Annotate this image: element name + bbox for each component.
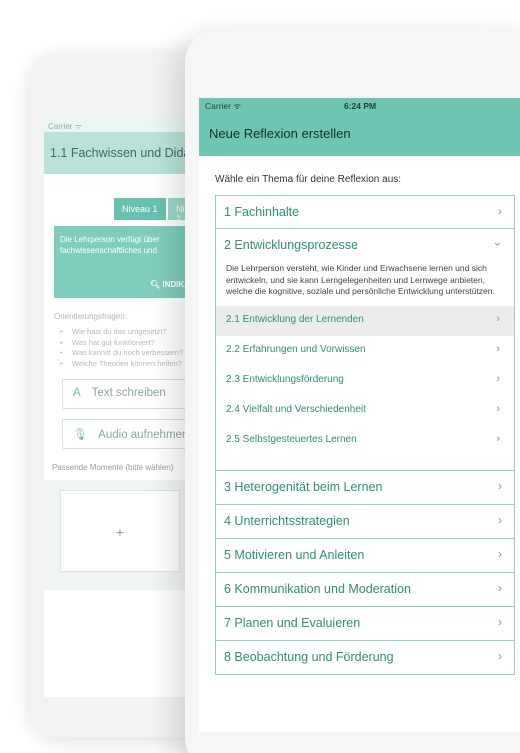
modal-title: Neue Reflexion erstellen: [209, 126, 351, 141]
topic-item-beobachtung[interactable]: 8 Beobachtung und Förderung ›: [215, 640, 515, 675]
topic-label: 1 Fachinhalte: [224, 205, 300, 219]
plus-icon: +: [115, 524, 125, 540]
wifi-icon: ᯤ: [233, 101, 242, 111]
chevron-right-icon: ›: [498, 546, 502, 561]
topic-label: 3 Heterogenität beim Lernen: [224, 479, 383, 494]
topic-label: 5 Motivieren und Anleiten: [224, 547, 365, 562]
chevron-right-icon: ›: [496, 432, 500, 445]
chevron-right-icon: ›: [496, 312, 500, 325]
chevron-right-icon: ›: [498, 580, 502, 595]
topic-item-motivieren[interactable]: 5 Motivieren und Anleiten ›: [215, 538, 515, 573]
subtopic-label: 2.1 Entwicklung der Lernenden: [226, 313, 364, 325]
subtopic-item[interactable]: 2.1 Entwicklung der Lernenden ›: [216, 305, 514, 336]
topic-item-fachinhalte[interactable]: 1 Fachinhalte ›: [215, 195, 515, 229]
topic-label: 4 Unterrichtsstrategien: [224, 513, 350, 528]
topic-item-unterrichtsstrategien[interactable]: 4 Unterrichtsstrategien ›: [215, 504, 515, 539]
chevron-right-icon: ›: [496, 402, 500, 415]
chevron-right-icon: ›: [498, 204, 502, 218]
topic-label: 2 Entwicklungsprozesse: [224, 238, 359, 252]
write-text-label: Text schreiben: [91, 387, 166, 399]
subtopic-label: 2.5 Selbstgesteuertes Lernen: [226, 433, 357, 445]
chevron-right-icon: ›: [498, 614, 502, 629]
chevron-right-icon: ›: [496, 372, 500, 385]
topic-item-kommunikation[interactable]: 6 Kommunikation und Moderation ›: [215, 572, 515, 607]
modal-header: Neue Reflexion erstellen ✖: [199, 114, 520, 156]
topic-label: 8 Beobachtung und Förderung: [224, 649, 394, 664]
topic-item-heterogenitaet[interactable]: 3 Heterogenität beim Lernen ›: [215, 470, 515, 505]
foreground-phone-screen: Carrier ᯤ 6:24 PM Neue Reflexion erstell…: [199, 98, 520, 732]
subtopic-item[interactable]: 2.4 Vielfalt und Verschiedenheit ›: [216, 396, 514, 426]
subtopic-item[interactable]: 2.2 Erfahrungen und Vorwissen ›: [216, 336, 514, 366]
text-icon: A: [73, 387, 81, 399]
subtopic-label: 2.2 Erfahrungen und Vorwissen: [226, 343, 366, 355]
subtopic-label: 2.3 Entwicklungsförderung: [226, 373, 344, 385]
topic-label: 6 Kommunikation und Moderation: [224, 581, 411, 596]
add-moment-button[interactable]: +: [60, 490, 180, 572]
tab-niveau-1[interactable]: Niveau 1: [114, 198, 166, 220]
microphone-icon: 🎙︎: [73, 429, 88, 441]
subtopic-item[interactable]: 2.5 Selbstgesteuertes Lernen ›: [216, 426, 514, 456]
chevron-right-icon: ›: [496, 342, 500, 355]
topic-description: Die Lehrperson versteht, wie Kinder und …: [226, 263, 495, 296]
status-time: 6:24 PM: [344, 101, 377, 111]
topic-item-entwicklungsprozesse: 2 Entwicklungsprozesse › Die Lehrperson …: [215, 229, 515, 471]
status-bar: Carrier ᯤ 6:24 PM: [199, 98, 520, 114]
chevron-right-icon: ›: [498, 478, 502, 493]
topic-item-planen[interactable]: 7 Planen und Evaluieren ›: [215, 606, 515, 641]
chevron-right-icon: ›: [498, 648, 502, 663]
subtopic-item[interactable]: 2.3 Entwicklungsförderung ›: [216, 366, 514, 396]
topic-prompt: Wähle ein Thema für deine Reflexion aus:: [215, 174, 402, 185]
chevron-right-icon: ›: [498, 512, 502, 527]
topic-list: 1 Fachinhalte › 2 Entwicklungsprozesse ›…: [215, 195, 515, 675]
search-icon: 🔍︎: [150, 280, 161, 289]
carrier-label: Carrier ᯤ: [205, 101, 241, 112]
subtopic-label: 2.4 Vielfalt und Verschiedenheit: [226, 403, 366, 415]
chevron-down-icon: ›: [491, 242, 505, 246]
record-audio-label: Audio aufnehmen: [98, 429, 189, 441]
foreground-phone: Carrier ᯤ 6:24 PM Neue Reflexion erstell…: [185, 30, 520, 753]
wifi-icon: ᯤ: [74, 122, 82, 131]
carrier-label: Carrier: [48, 122, 73, 131]
topic-label: 7 Planen und Evaluieren: [224, 615, 361, 630]
carrier-text: Carrier: [205, 101, 231, 111]
expanded-topic-header[interactable]: 2 Entwicklungsprozesse ›: [216, 229, 514, 263]
